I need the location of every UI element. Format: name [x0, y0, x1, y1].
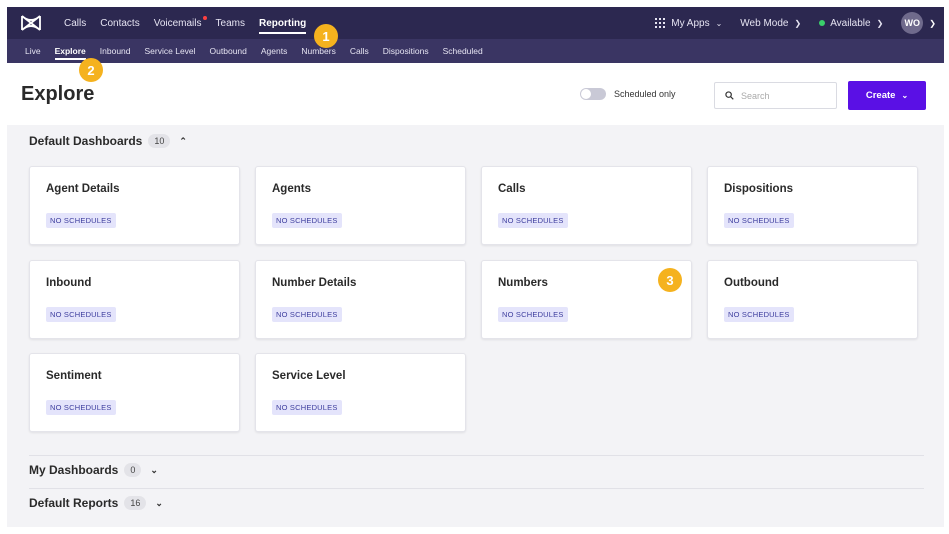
- subnav-service-level[interactable]: Service Level: [145, 39, 196, 63]
- schedule-chip: NO SCHEDULES: [724, 213, 794, 228]
- status-dot-icon: [819, 20, 826, 26]
- count-badge: 16: [124, 496, 147, 510]
- subnav-agents[interactable]: Agents: [261, 39, 287, 63]
- card-title: Service Level: [272, 370, 346, 382]
- search-icon: [725, 91, 734, 100]
- schedule-chip: NO SCHEDULES: [46, 307, 116, 322]
- subnav-outbound[interactable]: Outbound: [210, 39, 247, 63]
- schedule-chip: NO SCHEDULES: [272, 307, 342, 322]
- schedule-chip: NO SCHEDULES: [498, 213, 568, 228]
- dashboard-card-agents[interactable]: Agents NO SCHEDULES: [255, 166, 466, 245]
- notification-dot: [202, 16, 207, 20]
- schedule-chip: NO SCHEDULES: [272, 400, 342, 415]
- annotation-badge-2: 2: [79, 58, 103, 82]
- nav-voicemails[interactable]: Voicemails: [153, 7, 207, 39]
- nav-voicemails-label: Voicemails: [153, 17, 202, 29]
- dashboard-card-inbound[interactable]: Inbound NO SCHEDULES: [29, 260, 240, 339]
- chevron-up-icon[interactable]: ⌃: [179, 136, 187, 147]
- top-navbar: Calls Contacts Voicemails Teams Reportin…: [7, 7, 944, 39]
- page-header: Explore Scheduled only Create ⌄: [7, 63, 944, 125]
- card-title: Numbers: [498, 277, 548, 289]
- card-title: Calls: [498, 183, 526, 195]
- status-label: Available: [830, 17, 871, 29]
- apps-grid-icon: [655, 18, 666, 28]
- card-title: Dispositions: [724, 183, 794, 195]
- sub-navbar: Live Explore Inbound Service Level Outbo…: [7, 39, 944, 63]
- chevron-down-icon: ❯: [876, 18, 884, 28]
- chevron-down-icon[interactable]: ⌄: [150, 465, 158, 476]
- chevron-down-icon[interactable]: ⌄: [155, 498, 163, 509]
- subnav-live[interactable]: Live: [25, 39, 41, 63]
- nav-teams[interactable]: Teams: [216, 7, 245, 39]
- avatar[interactable]: WO: [901, 12, 924, 34]
- dashboard-card-dispositions[interactable]: Dispositions NO SCHEDULES: [707, 166, 918, 245]
- create-label: Create: [865, 90, 896, 101]
- chevron-down-icon: ⌄: [901, 91, 909, 100]
- card-title: Agents: [272, 183, 311, 195]
- count-badge: 0: [124, 463, 142, 477]
- subnav-dispositions[interactable]: Dispositions: [383, 39, 429, 63]
- page-title: Explore: [21, 82, 95, 105]
- section-label: My Dashboards: [29, 463, 119, 477]
- main-nav: Calls Contacts Voicemails Teams Reportin…: [64, 7, 320, 39]
- default-dashboards-header[interactable]: Default Dashboards 10 ⌃: [29, 134, 187, 148]
- schedule-chip: NO SCHEDULES: [724, 307, 794, 322]
- card-title: Sentiment: [46, 370, 102, 382]
- schedule-chip: NO SCHEDULES: [498, 307, 568, 322]
- dashboard-card-number-details[interactable]: Number Details NO SCHEDULES: [255, 260, 466, 339]
- dashboard-card-agent-details[interactable]: Agent Details NO SCHEDULES: [29, 166, 240, 245]
- schedule-chip: NO SCHEDULES: [46, 213, 116, 228]
- subnav-calls[interactable]: Calls: [350, 39, 369, 63]
- subnav-scheduled[interactable]: Scheduled: [443, 39, 483, 63]
- status-menu[interactable]: Available ❯: [819, 18, 883, 29]
- card-title: Agent Details: [46, 183, 120, 195]
- subnav-explore[interactable]: Explore: [54, 39, 86, 63]
- count-badge: 10: [148, 134, 171, 148]
- create-button[interactable]: Create ⌄: [848, 81, 926, 110]
- scheduled-only-toggle[interactable]: [580, 88, 606, 100]
- web-mode-menu[interactable]: Web Mode ❯: [740, 18, 801, 29]
- section-label: Default Dashboards: [29, 134, 143, 148]
- card-title: Inbound: [46, 277, 92, 289]
- dashboard-card-calls[interactable]: Calls NO SCHEDULES: [481, 166, 692, 245]
- chevron-down-icon[interactable]: ❯: [929, 19, 936, 28]
- search-input[interactable]: [741, 90, 831, 101]
- dashboard-card-sentiment[interactable]: Sentiment NO SCHEDULES: [29, 353, 240, 432]
- annotation-badge-1: 1: [314, 24, 338, 48]
- my-dashboards-header[interactable]: My Dashboards 0 ⌄: [29, 463, 158, 477]
- nav-calls[interactable]: Calls: [64, 7, 86, 39]
- search-box: [714, 82, 837, 109]
- section-divider: [29, 488, 924, 489]
- card-title: Number Details: [272, 277, 357, 289]
- my-apps-menu[interactable]: My Apps ⌄: [655, 18, 722, 29]
- right-nav: My Apps ⌄ Web Mode ❯ Available ❯ WO ❯: [655, 7, 944, 39]
- my-apps-label: My Apps: [671, 17, 710, 29]
- web-mode-label: Web Mode: [740, 17, 789, 29]
- scheduled-only-toggle-group: Scheduled only: [580, 88, 676, 100]
- dashboard-card-service-level[interactable]: Service Level NO SCHEDULES: [255, 353, 466, 432]
- card-title: Outbound: [724, 277, 779, 289]
- chevron-down-icon: ⌄: [715, 18, 723, 28]
- section-label: Default Reports: [29, 496, 119, 510]
- dashboard-content: Default Dashboards 10 ⌃ Agent Details NO…: [7, 125, 944, 527]
- schedule-chip: NO SCHEDULES: [272, 213, 342, 228]
- scheduled-only-label: Scheduled only: [614, 89, 676, 99]
- annotation-badge-3: 3: [658, 268, 682, 292]
- default-reports-header[interactable]: Default Reports 16 ⌄: [29, 496, 163, 510]
- logo-icon[interactable]: [20, 14, 42, 32]
- dashboard-card-outbound[interactable]: Outbound NO SCHEDULES: [707, 260, 918, 339]
- nav-contacts[interactable]: Contacts: [100, 7, 139, 39]
- schedule-chip: NO SCHEDULES: [46, 400, 116, 415]
- nav-reporting[interactable]: Reporting: [258, 7, 307, 39]
- chevron-down-icon: ❯: [794, 18, 802, 28]
- subnav-inbound[interactable]: Inbound: [100, 39, 131, 63]
- section-divider: [29, 455, 924, 456]
